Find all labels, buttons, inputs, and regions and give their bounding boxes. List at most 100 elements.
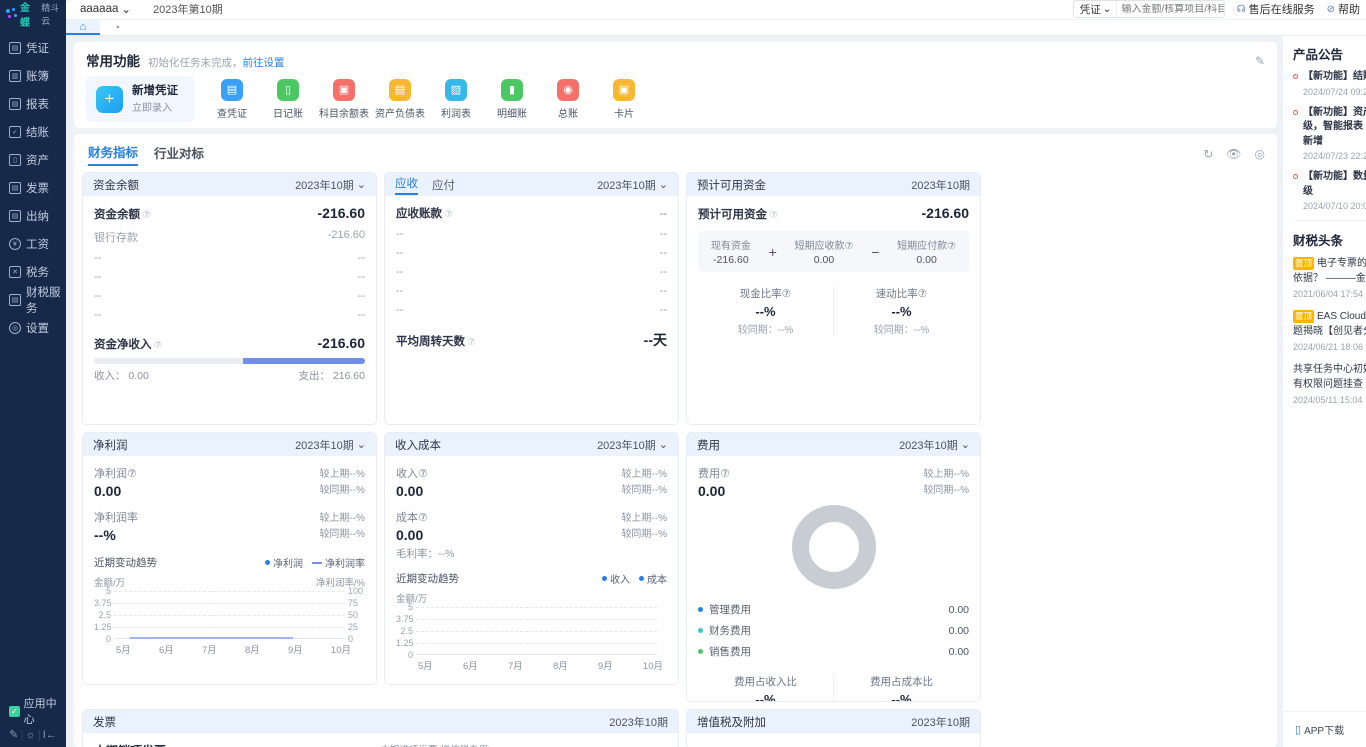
news-item[interactable]: 置顶EAS Cloud常见 题揭晓【创见者分享】 2024/06/21 18:0… [1293, 309, 1366, 352]
legend-item-revenue[interactable]: 收入 [602, 571, 630, 586]
tab-industry-benchmark[interactable]: 行业对标 [154, 143, 204, 165]
period-selector[interactable]: 2023年10期 ⌄ [597, 437, 668, 453]
collapse-icon[interactable]: I← [43, 729, 57, 741]
indicator-tabs: 财务指标 行业对标 ↻ 👁 ◎ [82, 140, 1269, 172]
chart-legend: 净利润 净利润率 [265, 555, 365, 570]
period-label-static: 2023年10期 [911, 716, 970, 729]
question-icon[interactable]: ⑦ [142, 210, 151, 221]
check-icon: ✓ [9, 705, 20, 717]
announcement-item[interactable]: 【新功能】数量金 级 2024/07/10 20:05 [1293, 170, 1366, 211]
shortcut-view-voucher[interactable]: ▤ 查凭证 [204, 78, 260, 120]
question-icon[interactable]: ⑦ [720, 468, 730, 480]
card-title: 净利润 [93, 439, 128, 452]
question-icon[interactable]: ⑦ [444, 209, 453, 220]
period-selector[interactable]: 2023年10期 ⌄ [899, 437, 970, 453]
ratio-value: --% [891, 692, 912, 703]
quick-ratio-block: 速动比率⑦ --% 较同期：--% [833, 286, 969, 337]
question-icon[interactable]: ⑦ [782, 288, 791, 300]
detail-label: -- [94, 252, 102, 265]
sidebar-item-label: 报表 [26, 99, 49, 111]
settings-icon[interactable]: ◎ [1255, 147, 1265, 161]
sidebar-item-invoice[interactable]: ▤ 发票 [0, 174, 66, 202]
question-icon[interactable]: ⑦ [127, 468, 137, 480]
shortcut-trial-balance[interactable]: ▣ 科目余额表 [316, 78, 372, 120]
question-icon[interactable]: ⑦ [845, 241, 854, 252]
logo[interactable]: 金蝶 精斗云 [0, 0, 66, 29]
chart-legend: 收入 成本 [602, 571, 667, 586]
chart-axis-units: 金额/万 [396, 591, 667, 605]
shortcut-journal[interactable]: ▯ 日记账 [260, 78, 316, 120]
tab-financial-indicators[interactable]: 财务指标 [88, 142, 139, 167]
card-header: 发票 2023年10期 [83, 710, 678, 734]
output-invoice-title: 本期销项发票 [94, 742, 381, 747]
input-invoice-column: 本期进项发票(增值税专用) 暂无数据 [381, 742, 668, 747]
question-icon[interactable]: ⑦ [467, 337, 476, 348]
question-icon[interactable]: ⑦ [418, 468, 428, 480]
checkout-icon: ✓ [9, 126, 21, 138]
news-item[interactable]: 置顶电子专票的纸质 依据？ ———金蝶云 2021/06/04 17:54 [1293, 256, 1366, 299]
ratio-split: 现金比率⑦ --% 较同期：--% 速动比率⑦ --% 较同期：--% [698, 286, 969, 337]
chevron-down-icon: ⌄ [960, 439, 970, 452]
shortcut-label: 明细账 [497, 108, 527, 120]
eye-icon[interactable]: 👁 [1226, 147, 1241, 161]
shortcut-card[interactable]: ▣ 卡片 [596, 78, 652, 120]
compare-prev: 较上期--% [923, 469, 969, 481]
tab-payable[interactable]: 应付 [432, 177, 455, 193]
sidebar-item-report[interactable]: ▤ 报表 [0, 90, 66, 118]
pencil-icon[interactable]: ✎ [1255, 54, 1265, 68]
legend-item-net-profit-rate[interactable]: 净利润率 [312, 555, 365, 570]
global-search[interactable]: 凭证 ⌄ 🔍 [1072, 0, 1225, 19]
detail-value: -- [659, 285, 667, 298]
period-selector[interactable]: 2023年10期 ⌄ [295, 177, 366, 193]
search-type-selector[interactable]: 凭证 ⌄ [1074, 1, 1117, 18]
question-icon[interactable]: ⑦ [947, 241, 956, 252]
refresh-icon[interactable]: ↻ [1203, 147, 1213, 161]
announcement-item[interactable]: 【新功能】资产负 级，智能报表新增 2024/07/23 22:28 [1293, 106, 1366, 161]
help-link[interactable]: ⊘ 帮助 [1327, 1, 1360, 17]
question-icon[interactable]: ⑦ [418, 512, 428, 524]
search-input[interactable] [1116, 3, 1224, 15]
theme-icon[interactable]: ☼ [26, 729, 36, 741]
org-name: aaaaaa [80, 3, 119, 16]
center-column: 常用功能 初始化任务未完成，前往设置 ✎ + 新增凭证 立即录入 ▤ 查凭证 ▯… [66, 36, 1283, 747]
question-icon[interactable]: ⑦ [154, 340, 163, 351]
shortcut-detail-ledger[interactable]: ▮ 明细账 [484, 78, 540, 120]
new-dot-icon [1293, 109, 1298, 115]
announcement-item[interactable]: 【新功能】结账全新 2024/07/24 09:22 [1293, 70, 1366, 97]
app-center-button[interactable]: ✓ 应用中心 [0, 698, 66, 726]
search-type-label: 凭证 [1079, 3, 1101, 16]
chart-x-axis: 5月 6月 7月 8月 9月 10月 [418, 661, 663, 673]
period-selector[interactable]: 2023年10期 ⌄ [597, 177, 668, 193]
question-icon[interactable]: ⑦ [769, 210, 778, 221]
org-selector[interactable]: aaaaaa ⌄ [80, 2, 131, 16]
period-selector[interactable]: 2023年10期 ⌄ [295, 437, 366, 453]
sidebar-item-salary[interactable]: ¥ 工资 [0, 230, 66, 258]
question-icon[interactable]: ⑦ [918, 288, 927, 300]
sidebar-item-asset[interactable]: ▯ 资产 [0, 146, 66, 174]
tab-clock[interactable]: ◔ [100, 20, 134, 36]
sidebar-item-tax[interactable]: ✕ 税务 [0, 258, 66, 286]
sidebar-item-book[interactable]: ▥ 账簿 [0, 62, 66, 90]
new-voucher-button[interactable]: + 新增凭证 立即录入 [86, 76, 194, 123]
legend-item-net-profit[interactable]: 净利润 [265, 555, 303, 570]
sidebar-item-settings[interactable]: ◎ 设置 [0, 314, 66, 342]
sidebar-item-cashier[interactable]: ▤ 出纳 [0, 202, 66, 230]
shortcut-income-statement[interactable]: ▨ 利润表 [428, 78, 484, 120]
output-invoice-column: 本期销项发票 暂无数据 [94, 742, 381, 747]
tab-receivable[interactable]: 应收 [395, 175, 418, 195]
legend-item-cost[interactable]: 成本 [639, 571, 667, 586]
news-item[interactable]: 共享任务中心初始化 有权限问题挂查 2024/05/11 15:04 [1293, 362, 1366, 405]
online-service-link[interactable]: ☊ 售后在线服务 [1237, 1, 1315, 17]
app-download-link[interactable]: ▯ APP下载 [1295, 722, 1344, 737]
shortcut-balance-sheet[interactable]: ▤ 资产负债表 [372, 78, 428, 120]
card-title: 增值税及附加 [697, 716, 766, 729]
tab-home[interactable]: ⌂ [66, 19, 100, 36]
sidebar-item-fintax[interactable]: ▤ 财税服务 [0, 286, 66, 315]
shortcut-general-ledger[interactable]: ◉ 总账 [540, 78, 596, 120]
sidebar-item-checkout[interactable]: ✓ 结账 [0, 118, 66, 146]
pen-icon[interactable]: ✎ [9, 728, 18, 741]
go-settings-link[interactable]: 前往设置 [243, 57, 285, 69]
card-body: 应收账款 ⑦ -- -- -- -- -- -- -- -- -- -- -- … [385, 196, 678, 359]
sidebar-item-voucher[interactable]: ▤ 凭证 [0, 34, 66, 62]
period-label: 2023年10期 [899, 439, 958, 452]
